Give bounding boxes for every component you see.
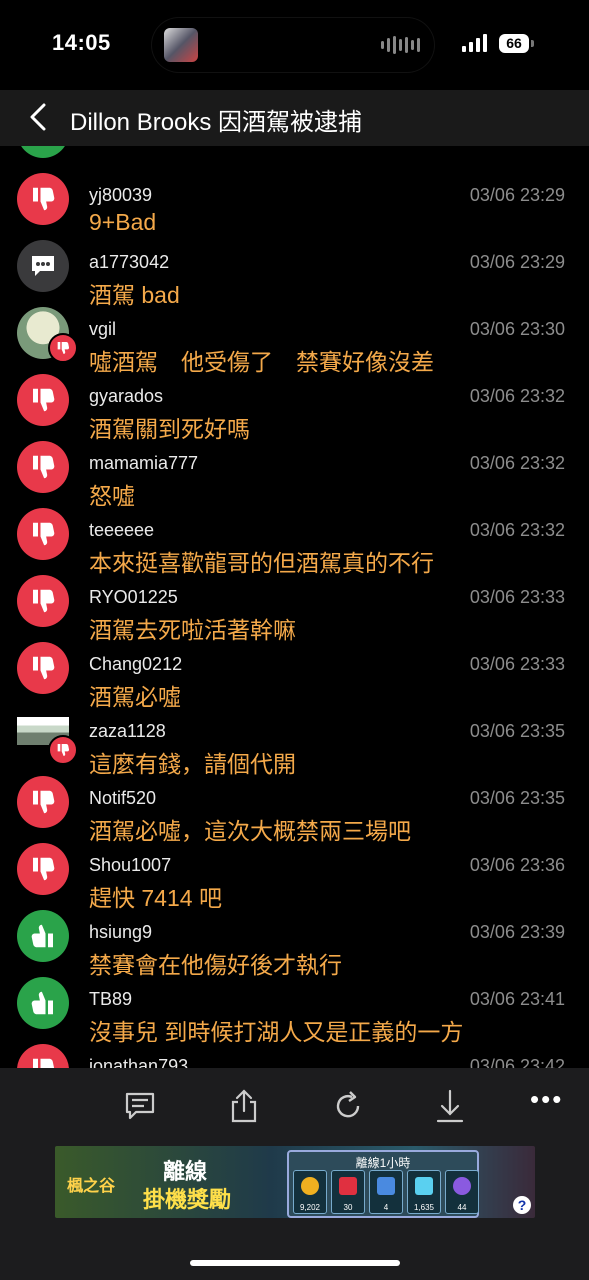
comment-username[interactable]: zaza1128	[89, 721, 166, 742]
comment-username[interactable]: teeeeee	[89, 520, 154, 541]
back-arrow-icon[interactable]	[24, 102, 54, 132]
comment-username[interactable]: TB89	[89, 989, 132, 1010]
thumbs-up-avatar	[17, 146, 69, 158]
more-options-icon[interactable]: •••	[530, 1084, 563, 1115]
comment-timestamp: 03/06 23:41	[469, 989, 565, 1009]
thumbs-down-icon	[17, 508, 69, 560]
ad-title-line2: 掛機獎勵	[143, 1187, 232, 1212]
bottom-toolbar: •••	[0, 1068, 589, 1138]
comment-username[interactable]: mamamia777	[89, 453, 198, 474]
nav-header: Dillon Brooks 因酒駕被逮捕	[0, 90, 589, 146]
comment-timestamp: 03/06 23:32	[469, 520, 565, 540]
thumbs-down-icon	[17, 441, 69, 493]
refresh-icon[interactable]	[330, 1088, 366, 1124]
comment-timestamp: 03/06 23:36	[469, 855, 565, 875]
comment-timestamp: 03/06 23:33	[469, 587, 565, 607]
battery-icon: 66	[499, 34, 534, 53]
thumbs-up-icon	[17, 977, 69, 1029]
comment-timestamp: 03/06 23:33	[469, 654, 565, 674]
thumbs-down-icon	[17, 776, 69, 828]
comment-icon[interactable]	[122, 1088, 158, 1124]
comment-row[interactable]: TB89 03/06 23:41 沒事兒 到時候打湖人又是正義的一方	[0, 969, 589, 1045]
ad-panel-header: 離線1小時	[355, 1156, 411, 1170]
comment-username[interactable]: yj80039	[89, 185, 152, 206]
thumbs-down-badge-icon	[48, 735, 78, 765]
thumbs-down-icon	[17, 1044, 69, 1068]
comment-timestamp: 03/06 23:32	[469, 453, 565, 473]
ad-item-coin: 9,202	[293, 1170, 327, 1214]
thumbs-down-icon	[17, 374, 69, 426]
comment-username[interactable]: Chang0212	[89, 654, 182, 675]
comment-row[interactable]: mamamia777 03/06 23:32 怒噓	[0, 433, 589, 509]
status-bar: 14:05 66	[0, 0, 589, 90]
comment-row[interactable]: yj80039 03/06 23:29 9+Bad	[0, 165, 589, 235]
comment-row[interactable]: jonathan793 03/06 23:42	[0, 1036, 589, 1068]
thumbs-down-icon	[17, 843, 69, 895]
audio-wave-icon	[381, 36, 420, 54]
comment-username[interactable]: RYO01225	[89, 587, 178, 608]
comment-timestamp: 03/06 23:35	[469, 721, 565, 741]
comment-username[interactable]: Notif520	[89, 788, 156, 809]
now-playing-thumbnail	[164, 28, 198, 62]
home-indicator[interactable]	[190, 1260, 400, 1266]
comment-username[interactable]: vgil	[89, 319, 116, 340]
comment-row[interactable]: teeeeee 03/06 23:32 本來挺喜歡龍哥的但酒駕真的不行	[0, 500, 589, 576]
chat-bubble-icon	[17, 240, 69, 292]
ad-item-medal: 44	[445, 1170, 479, 1214]
share-icon[interactable]	[226, 1088, 262, 1124]
download-icon[interactable]	[432, 1088, 468, 1124]
comment-row[interactable]: vgil 03/06 23:30 噓酒駕 他受傷了 禁賽好像沒差	[0, 299, 589, 375]
thumbs-down-icon	[17, 575, 69, 627]
ad-item-gem: 30	[331, 1170, 365, 1214]
comment-row[interactable]: gyarados 03/06 23:32 酒駕關到死好嗎	[0, 366, 589, 442]
comment-timestamp: 03/06 23:29	[469, 185, 565, 205]
comment-timestamp: 03/06 23:32	[469, 386, 565, 406]
comment-username[interactable]: a1773042	[89, 252, 169, 273]
thumbs-down-icon	[17, 642, 69, 694]
comment-username[interactable]: gyarados	[89, 386, 163, 407]
thumbs-up-icon	[17, 910, 69, 962]
comment-timestamp: 03/06 23:29	[469, 252, 565, 272]
comment-row[interactable]: Chang0212 03/06 23:33 酒駕必噓	[0, 634, 589, 710]
ad-item-crystal: 1,635	[407, 1170, 441, 1214]
comment-timestamp: 03/06 23:35	[469, 788, 565, 808]
comment-row[interactable]: zaza1128 03/06 23:35 這麼有錢，請個代開	[0, 701, 589, 777]
comment-username[interactable]: hsiung9	[89, 922, 152, 943]
thumbs-down-icon	[17, 173, 69, 225]
comment-username[interactable]: Shou1007	[89, 855, 171, 876]
comment-list[interactable]: yj80039 03/06 23:29 9+Bad a1773042 03/06 23:…	[0, 146, 589, 1068]
cellular-signal-icon	[462, 34, 487, 52]
dynamic-island[interactable]	[152, 18, 434, 72]
comment-row-partial	[0, 146, 589, 165]
ad-area: 楓之谷 離線 掛機獎勵 離線1小時 9,202 30 4 1,635 44 ?	[0, 1138, 589, 1280]
ad-help-icon[interactable]: ?	[513, 1196, 531, 1214]
ad-banner[interactable]: 楓之谷 離線 掛機獎勵 離線1小時 9,202 30 4 1,635 44 ?	[55, 1146, 535, 1218]
ad-item-scroll: 4	[369, 1170, 403, 1214]
comment-row[interactable]: Notif520 03/06 23:35 酒駕必噓，這次大概禁兩三場吧	[0, 768, 589, 844]
comment-timestamp: 03/06 23:42	[469, 1056, 565, 1068]
status-time: 14:05	[52, 30, 111, 55]
comment-row[interactable]: a1773042 03/06 23:29 酒駕 bad	[0, 232, 589, 308]
comment-timestamp: 03/06 23:30	[469, 319, 565, 339]
comment-row[interactable]: Shou1007 03/06 23:36 趕快 7414 吧	[0, 835, 589, 911]
thumbs-down-badge-icon	[48, 333, 78, 363]
comment-row[interactable]: hsiung9 03/06 23:39 禁賽會在他傷好後才執行	[0, 902, 589, 978]
comment-row[interactable]: RYO01225 03/06 23:33 酒駕去死啦活著幹嘛	[0, 567, 589, 643]
page-title: Dillon Brooks 因酒駕被逮捕	[70, 109, 363, 136]
ad-logo: 楓之谷	[67, 1178, 116, 1195]
comment-username[interactable]: jonathan793	[89, 1056, 188, 1068]
comment-timestamp: 03/06 23:39	[469, 922, 565, 942]
ad-reward-panel: 離線1小時 9,202 30 4 1,635 44	[287, 1150, 479, 1218]
